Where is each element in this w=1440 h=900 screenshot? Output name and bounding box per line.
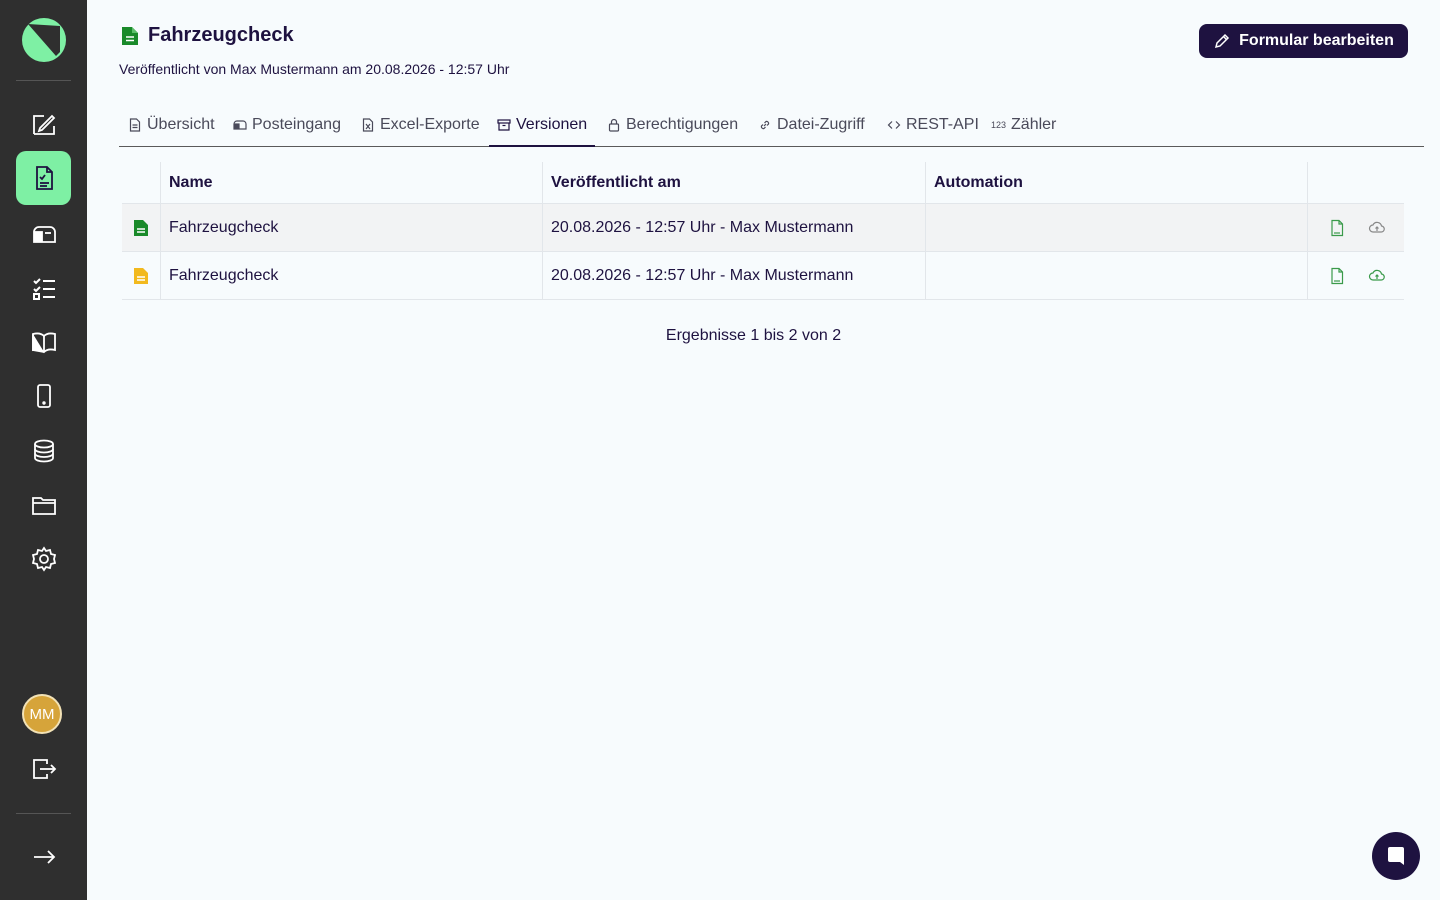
document-icon	[129, 118, 141, 132]
chat-icon	[1388, 847, 1404, 865]
sidebar-item-database[interactable]	[16, 424, 71, 478]
edit-form-label: Formular bearbeiten	[1239, 32, 1394, 49]
column-header-published[interactable]: Veröffentlicht am	[542, 162, 925, 203]
page-header: Fahrzeugcheck	[120, 24, 294, 47]
tab-rest-api[interactable]: REST-API	[887, 104, 979, 146]
column-header-name[interactable]: Name	[160, 162, 542, 203]
logout-icon	[32, 759, 56, 779]
checklist-icon	[32, 278, 55, 300]
pagination-info: Ergebnisse 1 bis 2 von 2	[665, 327, 842, 344]
tab-versions[interactable]: Versionen	[489, 104, 596, 147]
edit-form-button[interactable]: Formular bearbeiten	[1199, 24, 1408, 58]
row-published: 20.08.2026 - 12:57 Uhr - Max Mustermann	[542, 252, 925, 299]
code-icon	[887, 121, 901, 129]
tab-file-access[interactable]: Datei-Zugriff	[758, 104, 865, 146]
sidebar-divider	[16, 813, 71, 814]
sidebar-expand-button[interactable]	[16, 830, 71, 884]
form-status-icon	[134, 267, 148, 284]
gear-icon	[31, 546, 56, 572]
sidebar-item-forms[interactable]	[16, 151, 71, 205]
form-document-icon	[35, 166, 53, 190]
app-logo[interactable]	[22, 18, 66, 62]
pdf-download-icon[interactable]	[1328, 267, 1346, 285]
mailbox-icon	[233, 120, 247, 130]
lock-icon	[608, 118, 620, 132]
sidebar-divider	[16, 80, 71, 81]
archive-icon	[497, 118, 511, 131]
tab-overview[interactable]: Übersicht	[128, 104, 215, 146]
sidebar-item-form-editor[interactable]	[16, 97, 71, 151]
tab-excel-exports[interactable]: Excel-Exporte	[361, 104, 480, 146]
sidebar-item-tasks[interactable]	[16, 261, 71, 315]
cloud-upload-icon[interactable]	[1368, 219, 1386, 237]
published-info: Veröffentlicht von Max Mustermann am 20.…	[119, 61, 510, 77]
excel-file-icon	[362, 118, 374, 132]
row-name: Fahrzeugcheck	[160, 252, 542, 299]
sidebar-item-files[interactable]	[16, 478, 71, 532]
user-avatar[interactable]: MM	[22, 694, 62, 734]
cloud-upload-icon[interactable]	[1368, 267, 1386, 285]
table-header-row: Name Veröffentlicht am Automation	[122, 162, 1404, 204]
versions-table: Name Veröffentlicht am Automation Fahrze…	[122, 162, 1404, 300]
pencil-icon	[1215, 33, 1230, 49]
tab-counter[interactable]: 123 Zähler	[991, 104, 1056, 146]
tab-bar: Übersicht Posteingang Excel-Exporte Vers…	[119, 104, 1424, 147]
tab-permissions[interactable]: Berechtigungen	[607, 104, 738, 146]
row-automation	[925, 204, 1307, 251]
row-published: 20.08.2026 - 12:57 Uhr - Max Mustermann	[542, 204, 925, 251]
sidebar-item-inbox[interactable]	[16, 207, 71, 261]
database-icon	[33, 439, 54, 463]
table-row[interactable]: Fahrzeugcheck 20.08.2026 - 12:57 Uhr - M…	[122, 204, 1404, 252]
row-name: Fahrzeugcheck	[160, 204, 542, 251]
form-edit-icon	[32, 114, 55, 135]
sidebar: MM	[0, 0, 87, 900]
page-title: Fahrzeugcheck	[148, 24, 294, 46]
inbox-icon	[32, 226, 56, 243]
table-row[interactable]: Fahrzeugcheck 20.08.2026 - 12:57 Uhr - M…	[122, 252, 1404, 300]
pdf-download-icon[interactable]	[1328, 219, 1346, 237]
tab-inbox[interactable]: Posteingang	[233, 104, 341, 146]
form-status-icon	[122, 26, 138, 45]
row-automation	[925, 252, 1307, 299]
counter-icon: 123	[991, 120, 1007, 130]
link-icon	[760, 120, 770, 130]
mobile-icon	[36, 384, 51, 408]
sidebar-item-mobile[interactable]	[16, 369, 71, 423]
arrow-right-icon	[33, 850, 55, 864]
column-header-automation[interactable]: Automation	[925, 162, 1307, 203]
sidebar-item-settings[interactable]	[16, 532, 71, 586]
chat-button[interactable]	[1372, 832, 1420, 880]
form-status-icon	[134, 219, 148, 236]
folder-icon	[31, 497, 56, 515]
sidebar-item-logout[interactable]	[16, 742, 71, 796]
